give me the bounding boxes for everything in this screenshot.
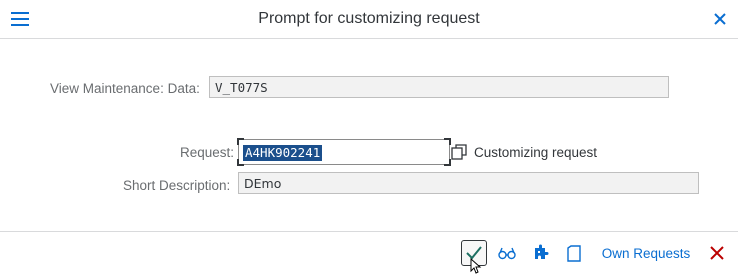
short-description-field[interactable]: DEmo bbox=[238, 172, 699, 194]
value-help-icon bbox=[451, 144, 467, 160]
document-icon bbox=[567, 244, 581, 262]
own-requests-button[interactable]: Own Requests bbox=[598, 240, 694, 266]
close-icon bbox=[714, 13, 726, 25]
customizing-request-dialog: Prompt for customizing request View Main… bbox=[0, 0, 738, 275]
dialog-footer-toolbar: Own Requests bbox=[0, 231, 738, 275]
dialog-header: Prompt for customizing request bbox=[0, 0, 738, 39]
puzzle-icon bbox=[535, 244, 549, 259]
short-description-label: Short Description: bbox=[123, 178, 231, 193]
request-label: Request: bbox=[180, 145, 235, 160]
confirm-button[interactable] bbox=[461, 240, 487, 266]
view-maintenance-field: V_T077S bbox=[209, 76, 669, 98]
cancel-button[interactable] bbox=[706, 240, 728, 266]
close-button[interactable] bbox=[711, 10, 729, 28]
request-type-text: Customizing request bbox=[474, 145, 598, 160]
view-maintenance-label: View Maintenance: Data: bbox=[50, 81, 200, 96]
request-input[interactable]: A4HK902241 bbox=[237, 138, 451, 166]
dialog-content: View Maintenance: Data: V_T077S Request:… bbox=[0, 39, 738, 230]
checkmark-icon bbox=[466, 246, 482, 260]
new-document-button[interactable] bbox=[565, 240, 583, 266]
create-request-button[interactable] bbox=[530, 240, 552, 266]
dialog-title: Prompt for customizing request bbox=[258, 10, 480, 27]
cancel-icon bbox=[710, 246, 724, 260]
request-input-value: A4HK902241 bbox=[243, 145, 323, 161]
display-object-list-button[interactable] bbox=[496, 240, 518, 266]
value-help-button[interactable] bbox=[450, 142, 468, 162]
glasses-icon bbox=[498, 247, 516, 260]
